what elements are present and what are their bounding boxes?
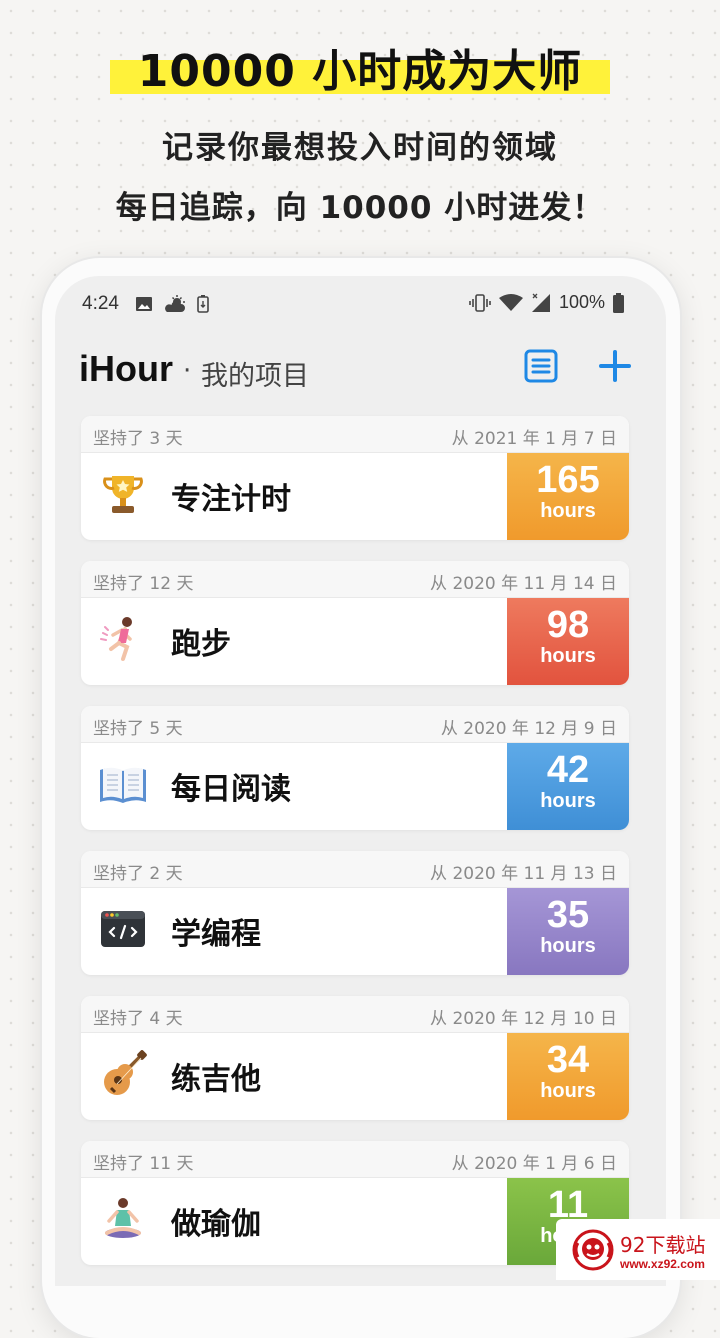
hours-unit: hours <box>540 790 596 812</box>
card-header: 坚持了 3 天 从 2021 年 1 月 7 日 <box>81 416 629 453</box>
card-header: 坚持了 11 天 从 2020 年 1 月 6 日 <box>81 1141 629 1178</box>
promo-headline: 10000 小时成为大师 <box>110 46 610 98</box>
project-name: 练吉他 <box>171 1062 261 1097</box>
persist-days: 坚持了 11 天 <box>93 1154 194 1174</box>
status-left-icons <box>135 294 209 314</box>
hours-badge: 165 hours <box>507 453 629 540</box>
hours-unit: hours <box>540 645 596 667</box>
start-date: 从 2021 年 1 月 7 日 <box>451 429 617 449</box>
vibrate-icon <box>469 293 491 312</box>
status-bar: 4:24 100% <box>55 276 666 332</box>
watermark-text: 92下载站 <box>620 1233 706 1257</box>
project-card[interactable]: 坚持了 5 天 从 2020 年 12 月 9 日 每日阅读 42 hours <box>81 706 629 830</box>
hours-unit: hours <box>540 1080 596 1102</box>
watermark-url: www.xz92.com <box>620 1257 705 1271</box>
persist-days: 坚持了 3 天 <box>93 429 183 449</box>
list-view-button[interactable] <box>523 348 559 384</box>
yoga-icon <box>105 1198 141 1238</box>
trophy-icon <box>103 476 143 513</box>
start-date: 从 2020 年 11 月 14 日 <box>430 574 617 594</box>
weather-icon <box>165 295 185 312</box>
persist-days: 坚持了 5 天 <box>93 719 183 739</box>
project-name: 学编程 <box>171 917 261 952</box>
project-card[interactable]: 坚持了 12 天 从 2020 年 11 月 14 日 跑步 98 hours <box>81 561 629 685</box>
hours-value: 42 <box>546 749 590 791</box>
project-name: 专注计时 <box>171 482 291 517</box>
watermark-logo-icon <box>572 1229 614 1271</box>
start-date: 从 2020 年 12 月 10 日 <box>430 1009 617 1029</box>
card-header: 坚持了 2 天 从 2020 年 11 月 13 日 <box>81 851 629 888</box>
project-name: 做瑜伽 <box>171 1207 261 1242</box>
wifi-icon <box>498 293 523 311</box>
project-card[interactable]: 坚持了 11 天 从 2020 年 1 月 6 日 做瑜伽 11 hours <box>81 1141 629 1265</box>
title-separator: · <box>183 356 192 386</box>
persist-days: 坚持了 12 天 <box>93 574 194 594</box>
hours-badge: 98 hours <box>507 598 629 685</box>
book-icon <box>100 767 146 803</box>
card-header: 坚持了 5 天 从 2020 年 12 月 9 日 <box>81 706 629 743</box>
list-icon <box>524 349 558 383</box>
hours-unit: hours <box>540 935 596 957</box>
promo-tagline-2: 每日追踪，向 10000 小时进发！ <box>115 190 605 226</box>
project-name: 每日阅读 <box>171 772 291 807</box>
code-window-icon <box>101 911 145 947</box>
hours-value: 165 <box>536 459 600 501</box>
status-right-icons: 100% <box>469 292 624 313</box>
signal-icon <box>531 293 550 312</box>
site-watermark: 92下载站 www.xz92.com <box>556 1219 720 1280</box>
card-header: 坚持了 4 天 从 2020 年 12 月 10 日 <box>81 996 629 1033</box>
project-card[interactable]: 坚持了 2 天 从 2020 年 11 月 13 日 学编程 35 hours <box>81 851 629 975</box>
app-bar: iHour · 我的项目 <box>55 338 666 398</box>
hours-unit: hours <box>540 500 596 522</box>
hours-value: 35 <box>546 894 590 936</box>
project-card[interactable]: 坚持了 3 天 从 2021 年 1 月 7 日 专注计时 165 hours <box>81 416 629 540</box>
hours-badge: 35 hours <box>507 888 629 975</box>
status-time: 4:24 <box>82 293 119 314</box>
headline-text: 10000 小时成为大师 <box>137 46 583 97</box>
page-subtitle: 我的项目 <box>201 361 309 392</box>
battery-percent: 100% <box>558 292 605 312</box>
hours-badge: 34 hours <box>507 1033 629 1120</box>
project-name: 跑步 <box>171 627 231 662</box>
card-header: 坚持了 12 天 从 2020 年 11 月 14 日 <box>81 561 629 598</box>
plus-icon <box>599 350 631 382</box>
phone-screen: 4:24 100% iHour · 我的项目 坚持了 3 天 从 2021 年 … <box>55 276 666 1286</box>
persist-days: 坚持了 2 天 <box>93 864 183 884</box>
start-date: 从 2020 年 1 月 6 日 <box>451 1154 617 1174</box>
hours-value: 98 <box>546 604 590 646</box>
guitar-icon <box>104 1050 147 1095</box>
persist-days: 坚持了 4 天 <box>93 1009 183 1029</box>
battery-icon <box>613 292 624 313</box>
start-date: 从 2020 年 11 月 13 日 <box>430 864 617 884</box>
hours-value: 34 <box>546 1039 590 1081</box>
project-card[interactable]: 坚持了 4 天 从 2020 年 12 月 10 日 练吉他 34 hours <box>81 996 629 1120</box>
promo-tagline-1: 记录你最想投入时间的领域 <box>162 130 558 166</box>
battery-saver-icon <box>197 295 209 313</box>
start-date: 从 2020 年 12 月 9 日 <box>440 719 617 739</box>
app-title: iHour <box>79 348 173 389</box>
hours-badge: 42 hours <box>507 743 629 830</box>
runner-icon <box>100 617 132 661</box>
add-project-button[interactable] <box>595 346 635 386</box>
image-icon <box>136 297 152 311</box>
